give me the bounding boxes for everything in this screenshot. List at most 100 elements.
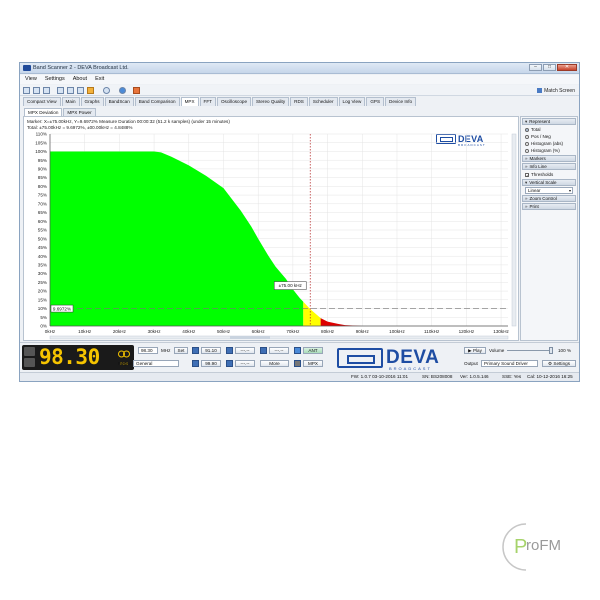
frequency-input[interactable]: 98.30 — [138, 347, 158, 354]
check-icon: ✓ — [525, 172, 530, 178]
tab-stereo-quality[interactable]: Stereo Quality — [252, 97, 290, 106]
region-select[interactable]: General — [133, 360, 179, 367]
status-bar: FW: 1.0.7 03-10-2016 11:01 SN: BS208008 … — [20, 372, 579, 381]
y-tick-label: 75% — [38, 193, 47, 198]
y-tick-label: 85% — [38, 175, 47, 180]
panel-icon[interactable] — [43, 87, 50, 94]
more-presets-button[interactable]: More — [260, 360, 289, 367]
option-label: Histogram (%) — [531, 148, 560, 153]
volume-slider[interactable] — [507, 347, 553, 354]
save-preset-icon[interactable] — [226, 347, 233, 354]
expand-arrow-icon: » — [525, 164, 528, 169]
preset-4[interactable]: 99.90 — [201, 360, 221, 367]
mpx-deviation-chart[interactable]: 0% 5% 10% 15% 20% 25% 30% 35% 40% 45% 50% 55% 60% 65%… — [24, 130, 518, 342]
edit-icon[interactable] — [87, 87, 94, 94]
zoom-control-header[interactable]: » Zoom Control — [522, 195, 576, 202]
tab-log-view[interactable]: Log View — [338, 97, 366, 106]
tab-compact-view[interactable]: Compact View — [23, 97, 61, 106]
y-tick-label: 100% — [35, 149, 47, 154]
match-screen-button[interactable]: Match Screen — [537, 88, 575, 94]
tab-device-info[interactable]: Device Info — [385, 97, 417, 106]
preset-5[interactable]: ---.-- — [235, 360, 255, 367]
grid-icon[interactable] — [33, 87, 40, 94]
volume-slider-thumb[interactable] — [549, 347, 553, 354]
y-tick-label: 65% — [38, 210, 47, 215]
print-header[interactable]: » Print — [522, 203, 576, 210]
output-label: Output — [464, 361, 478, 366]
preset-2[interactable]: ---.-- — [235, 347, 255, 354]
stop-icon[interactable] — [133, 87, 140, 94]
menu-about[interactable]: About — [73, 75, 87, 84]
expand-arrow-icon: » — [525, 204, 528, 209]
menu-view[interactable]: View — [25, 75, 37, 84]
scale-select[interactable]: Linear ▾ — [525, 187, 573, 194]
save-preset-icon[interactable] — [192, 347, 199, 354]
tab-bandscan[interactable]: BandScan — [104, 97, 134, 106]
add-icon[interactable] — [57, 87, 64, 94]
deviation-area-ffff00 — [303, 301, 321, 326]
delete-icon[interactable] — [77, 87, 84, 94]
tab-rds[interactable]: RDS — [290, 97, 308, 106]
markers-header[interactable]: » Markers — [522, 155, 576, 162]
y-tick-label: 5% — [40, 315, 47, 320]
preset-1[interactable]: 91.10 — [201, 347, 221, 354]
vertical-scale-header[interactable]: ▾ Vertical Scale — [522, 179, 576, 186]
tab-oscilloscope[interactable]: Oscilloscope — [216, 97, 252, 106]
tab-mpx[interactable]: MPX — [180, 97, 199, 106]
menu-exit[interactable]: Exit — [95, 75, 104, 84]
save-icon[interactable] — [67, 87, 74, 94]
infoline-header[interactable]: » Info Line — [522, 163, 576, 170]
save-preset-icon[interactable] — [260, 347, 267, 354]
status-fw: FW: 1.0.7 03-10-2016 11:01 — [351, 374, 409, 379]
antenna-icon — [294, 347, 301, 354]
tab-fft[interactable]: FFT — [199, 97, 216, 106]
window-title: Band Scanner 2 - DEVA Broadcast Ltd. — [33, 65, 129, 71]
save-preset-icon[interactable] — [192, 360, 199, 367]
volume-label: Volume — [489, 348, 505, 353]
globe-icon[interactable] — [119, 87, 126, 94]
output-select[interactable]: Primary Sound Driver — [481, 360, 538, 367]
subtab-mpx-deviation[interactable]: MPX Deviation — [24, 108, 63, 116]
tune-down-button[interactable] — [24, 358, 35, 367]
option-histogram-pct[interactable]: Histogram (%) — [521, 147, 577, 154]
connect-icon[interactable] — [103, 87, 110, 94]
x-tick-label: 60kHz — [252, 329, 266, 334]
set-button[interactable]: Set — [174, 347, 188, 354]
x-tick-label: 40kHz — [182, 329, 196, 334]
radio-icon — [525, 141, 529, 146]
close-button[interactable]: ✕ — [557, 64, 577, 71]
y-tick-label: 0% — [40, 324, 47, 329]
tab-scheduler[interactable]: Scheduler — [308, 97, 338, 106]
profm-logo-mark: P roFM — [502, 523, 561, 571]
tab-gps[interactable]: GPS — [366, 97, 385, 106]
thresholds-checkbox[interactable]: ✓ Thresholds — [521, 171, 577, 178]
ant-button[interactable]: ANT — [303, 347, 323, 354]
tab-main[interactable]: Main — [61, 97, 80, 106]
expand-arrow-icon: » — [525, 196, 528, 201]
status-sn: SN: BS208008 — [422, 374, 453, 379]
tab-graphs[interactable]: Graphs — [80, 97, 104, 106]
minimize-button[interactable]: – — [529, 64, 542, 71]
layout-icon[interactable] — [23, 87, 30, 94]
settings-button[interactable]: ⚙ Settings — [542, 360, 576, 367]
x-tick-label: 100kHz — [389, 329, 405, 334]
option-total[interactable]: Total — [521, 126, 577, 133]
mpx-button[interactable]: MPX — [303, 360, 323, 367]
represent-header[interactable]: ▾ Represent — [522, 118, 576, 125]
menu-bar: View Settings About Exit — [20, 75, 579, 84]
play-button[interactable]: ▶ Play — [464, 347, 486, 354]
option-histogram-abs[interactable]: Histogram (abs) — [521, 140, 577, 147]
y-tick-label: 20% — [38, 289, 47, 294]
menu-settings[interactable]: Settings — [45, 75, 65, 84]
option-pos-neg[interactable]: Pos / Neg — [521, 133, 577, 140]
subtab-mpx-power[interactable]: MPX Power — [63, 108, 96, 116]
y-tick-label: 70% — [38, 201, 47, 206]
title-bar[interactable]: Band Scanner 2 - DEVA Broadcast Ltd. – □… — [20, 63, 579, 74]
x-tick-label: 120kHz — [459, 329, 475, 334]
preset-3[interactable]: ---.-- — [269, 347, 289, 354]
maximize-button[interactable]: □ — [543, 64, 556, 71]
tune-up-button[interactable] — [24, 347, 35, 356]
save-preset-icon[interactable] — [226, 360, 233, 367]
tab-band-comparison[interactable]: Band Comparison — [134, 97, 180, 106]
x-tick-label: 20kHz — [113, 329, 127, 334]
